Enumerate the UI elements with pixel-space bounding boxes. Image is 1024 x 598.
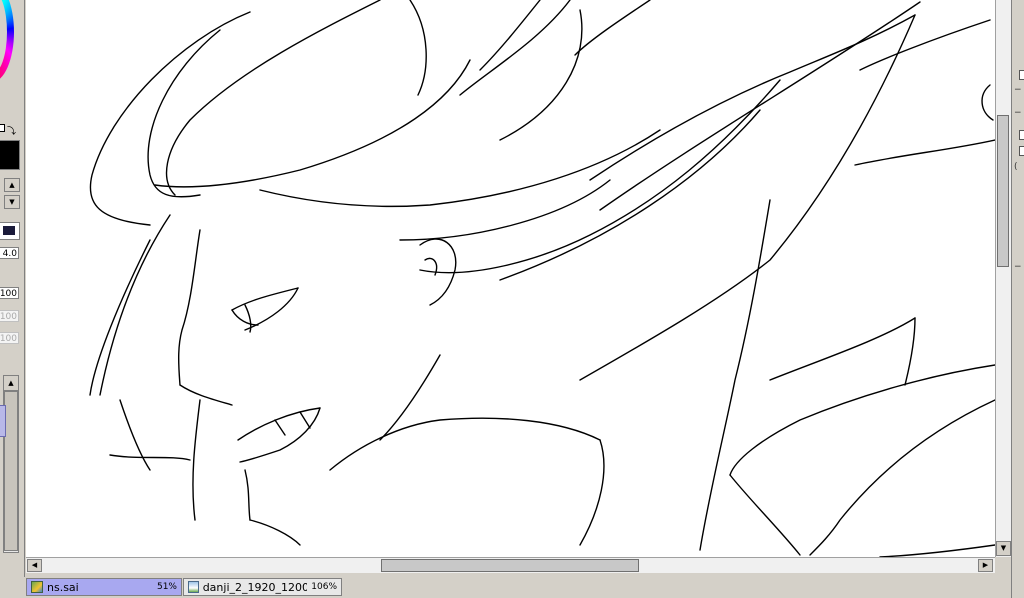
vertical-scroll-thumb[interactable] (997, 115, 1009, 267)
tab-zoom: 106% (311, 582, 337, 592)
canvas-horizontal-scrollbar[interactable]: ◀ ▶ (26, 557, 995, 573)
brush-size-field[interactable]: 4.0 (0, 247, 19, 259)
panel-toggle-icon[interactable] (1019, 70, 1024, 80)
scroll-right-icon[interactable]: ▶ (978, 559, 993, 572)
panel-glyph-icon: − (1014, 108, 1022, 118)
image-file-icon (188, 581, 199, 593)
line-art (89, 0, 995, 557)
sai-file-icon (31, 581, 43, 593)
selected-brush-indicator (0, 405, 6, 437)
tab-name: danji_2_1920_1200 ... (202, 580, 308, 594)
scroll-up-icon[interactable]: ▲ (4, 376, 18, 391)
canvas-vertical-scrollbar[interactable]: ▼ (995, 0, 1011, 557)
horizontal-scroll-thumb[interactable] (381, 559, 639, 572)
drawing-canvas[interactable] (26, 0, 995, 557)
swap-colors-icon[interactable]: ⤵ (7, 124, 16, 137)
tab-name: ns.sai (47, 580, 79, 594)
panel-glyph-icon: − (1014, 85, 1022, 95)
tab-zoom: 51% (156, 582, 177, 592)
right-panel: − − ( − (1011, 0, 1024, 598)
panel-checkbox-icon[interactable] (1019, 146, 1024, 156)
document-tab-danji[interactable]: danji_2_1920_1200 ... 106% (183, 578, 342, 596)
foreground-color-swatch[interactable] (0, 140, 20, 170)
min-density-field[interactable]: 100 (0, 332, 19, 344)
panel-glyph-icon: − (1014, 262, 1022, 272)
document-tab-ns-sai[interactable]: ns.sai 51% (26, 578, 182, 596)
density-field[interactable]: 100 (0, 287, 19, 299)
panel-glyph-icon: ( (1014, 162, 1018, 172)
scroll-thumb[interactable] (4, 391, 18, 551)
reset-colors-icon[interactable] (0, 124, 5, 132)
color-wheel[interactable] (0, 0, 14, 82)
tool-panel: ⤵ ▲ ▼ 4.0 100 100 100 ▲ ▼ (0, 0, 25, 577)
scroll-down-icon[interactable]: ▼ (996, 541, 1011, 556)
spin-up-icon[interactable]: ▲ (4, 178, 20, 192)
brush-mode-swatch[interactable] (0, 222, 20, 240)
brush-list-scrollbar[interactable]: ▲ (3, 375, 19, 553)
document-tab-bar: ns.sai 51% danji_2_1920_1200 ... 106% (26, 576, 1011, 598)
min-size-field[interactable]: 100 (0, 310, 19, 322)
scroll-left-icon[interactable]: ◀ (27, 559, 42, 572)
spin-down-icon[interactable]: ▼ (4, 195, 20, 209)
panel-checkbox-icon[interactable] (1019, 130, 1024, 140)
